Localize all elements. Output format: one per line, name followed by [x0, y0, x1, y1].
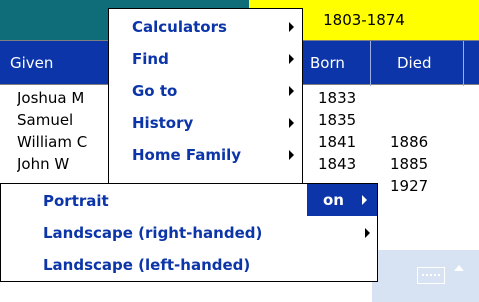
menu-item-find[interactable]: Find	[109, 43, 302, 75]
column-born: Born	[310, 54, 345, 72]
primary-menu: Calculators Find Go to History Home Fami…	[108, 8, 303, 184]
column-died: Died	[397, 54, 432, 72]
row-died: 1886	[390, 133, 429, 151]
submenu-arrow-icon	[362, 195, 367, 205]
menu-item-calculators[interactable]: Calculators	[109, 11, 302, 43]
row-given: John W	[17, 155, 70, 173]
menu-item-orientation[interactable]: on	[307, 184, 377, 216]
menu-item-landscape-left-handed[interactable]: Landscape (left-handed)	[1, 249, 377, 281]
keyboard-icon[interactable]	[417, 267, 445, 284]
row-died: 1885	[390, 155, 429, 173]
keyboard-keys	[422, 274, 440, 278]
submenu-arrow-icon	[289, 118, 294, 128]
header-divider	[463, 41, 464, 86]
row-died: 1927	[390, 177, 429, 195]
submenu-arrow-icon	[289, 86, 294, 96]
row-given: Samuel	[17, 111, 74, 129]
input-arrow-icon[interactable]	[454, 265, 464, 271]
menu-label: Go to	[132, 82, 178, 100]
submenu-arrow-icon	[289, 150, 294, 160]
menu-item-history[interactable]: History	[109, 107, 302, 139]
menu-label: Home Family	[132, 146, 242, 164]
header-divider	[370, 41, 371, 86]
input-bar	[372, 250, 479, 302]
row-born: 1833	[318, 89, 357, 107]
row-born: 1843	[318, 155, 357, 173]
partial-menu-label: on	[323, 191, 344, 209]
menu-label: Calculators	[132, 18, 227, 36]
menu-item-home-family[interactable]: Home Family	[109, 139, 302, 171]
row-born: 1835	[318, 111, 357, 129]
menu-item-landscape-right-handed[interactable]: Landscape (right-handed)	[1, 217, 377, 249]
menu-label: Landscape (right-handed)	[43, 224, 263, 242]
menu-label: Landscape (left-handed)	[43, 256, 251, 274]
submenu-arrow-icon	[289, 54, 294, 64]
menu-label: Find	[132, 50, 169, 68]
row-given: Joshua M	[17, 89, 85, 107]
years-right-text: 1803-1874	[323, 11, 405, 29]
menu-label: Portrait	[43, 192, 109, 210]
column-given: Given	[10, 54, 54, 72]
menu-label: History	[132, 114, 194, 132]
menu-item-go-to[interactable]: Go to	[109, 75, 302, 107]
submenu-arrow-icon	[289, 22, 294, 32]
row-given: William C	[17, 133, 88, 151]
submenu-arrow-icon	[365, 228, 370, 238]
row-born: 1841	[318, 133, 357, 151]
